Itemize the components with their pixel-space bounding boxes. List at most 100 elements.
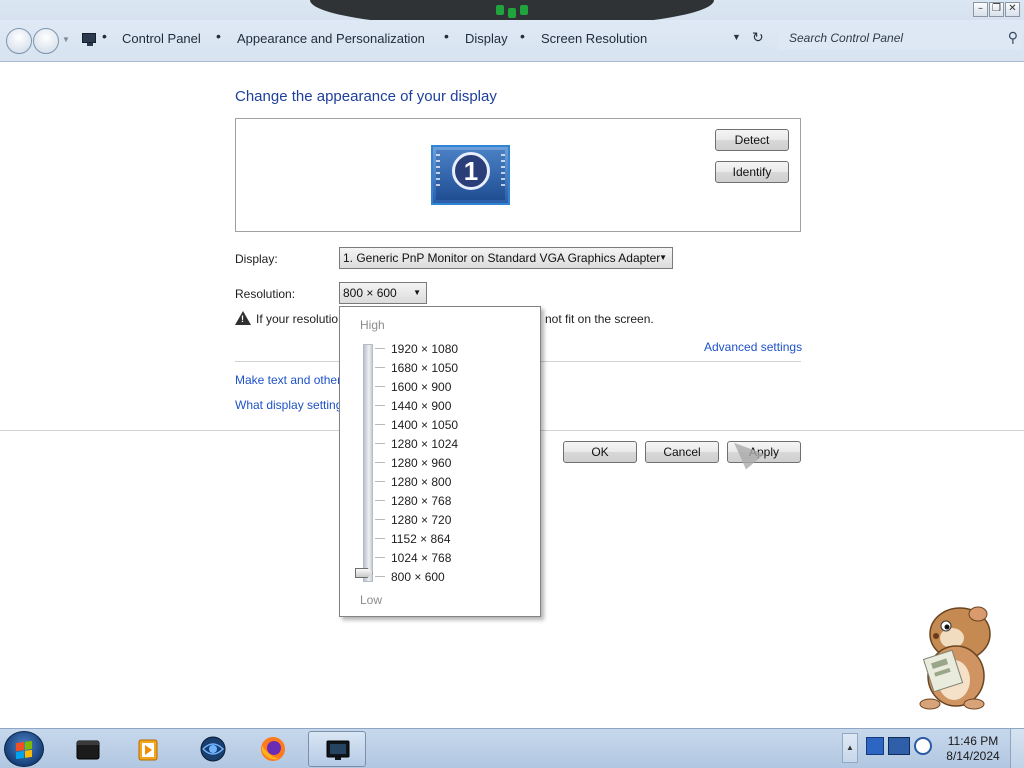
monitor-1-icon[interactable]: 1: [431, 145, 510, 205]
resolution-label: Resolution:: [235, 287, 296, 301]
monitor-arrangement-area: 1 Detect Identify: [235, 118, 801, 232]
resolution-option[interactable]: 1152 × 864: [391, 532, 451, 546]
slider-tick: [375, 348, 385, 349]
refresh-icon[interactable]: ↻: [752, 29, 764, 46]
resolution-option[interactable]: 1400 × 1050: [391, 418, 458, 432]
back-button[interactable]: [6, 28, 32, 54]
forward-button[interactable]: [33, 28, 59, 54]
terminal-app-icon: [76, 740, 100, 760]
breadcrumb-separator[interactable]: •: [520, 28, 525, 44]
resolution-option[interactable]: 1600 × 900: [391, 380, 451, 394]
hamster-mascot-icon: [919, 606, 991, 710]
resolution-option[interactable]: 1280 × 800: [391, 475, 451, 489]
system-clock[interactable]: 11:46 PM 8/14/2024: [938, 734, 1008, 764]
monitor-screen-detail: [501, 154, 505, 190]
cancel-button[interactable]: Cancel: [645, 441, 719, 463]
breadcrumb-display[interactable]: Display: [465, 31, 508, 46]
resolution-option-selected[interactable]: 800 × 600: [391, 570, 445, 584]
resolution-option[interactable]: 1280 × 768: [391, 494, 451, 508]
firefox-icon: [261, 737, 285, 761]
search-box[interactable]: Search Control Panel ⚲: [778, 28, 1022, 50]
address-history-dropdown[interactable]: ▼: [732, 32, 741, 42]
resolution-option[interactable]: 1680 × 1050: [391, 361, 458, 375]
text-size-link[interactable]: Make text and other: [235, 373, 341, 387]
slider-tick: [375, 386, 385, 387]
taskbar: ▲ 11:46 PM 8/14/2024: [0, 728, 1024, 768]
resolution-slider-track[interactable]: [363, 344, 373, 582]
page-title: Change the appearance of your display: [235, 88, 497, 105]
windows-logo-icon: [16, 740, 32, 760]
breadcrumb-screen-resolution[interactable]: Screen Resolution: [541, 31, 647, 46]
monitor-number: 1: [452, 152, 490, 190]
close-button[interactable]: ✕: [1005, 2, 1020, 17]
search-icon[interactable]: ⚲: [1008, 29, 1018, 46]
taskbar-app-display-settings[interactable]: [308, 731, 366, 767]
slider-tick: [375, 443, 385, 444]
taskbar-app-media-player[interactable]: [119, 731, 177, 767]
monitor-screen: 1: [436, 150, 505, 200]
window-controls: – ❐ ✕: [973, 2, 1020, 17]
notch-led-icon: [496, 5, 528, 18]
tray-monitor-icon[interactable]: [888, 737, 910, 755]
slider-tick: [375, 500, 385, 501]
taskbar-app-firefox[interactable]: [244, 731, 302, 767]
show-desktop-button[interactable]: [1010, 729, 1024, 768]
slider-tick: [375, 557, 385, 558]
warning-text-start: If your resolutio: [256, 312, 339, 326]
resolution-option[interactable]: 1280 × 960: [391, 456, 451, 470]
resolution-option[interactable]: 1920 × 1080: [391, 342, 458, 356]
search-input[interactable]: Search Control Panel: [789, 31, 903, 45]
resolution-option[interactable]: 1024 × 768: [391, 551, 451, 565]
breadcrumb-control-panel[interactable]: Control Panel: [122, 31, 201, 46]
slider-tick: [375, 405, 385, 406]
detect-button[interactable]: Detect: [715, 129, 789, 151]
resolution-dropdown[interactable]: High 1920 × 1080 1680 × 1050 1600 × 900 …: [339, 306, 541, 617]
recent-pages-dropdown[interactable]: ▼: [62, 35, 70, 44]
display-settings-icon: [326, 740, 350, 760]
breadcrumb-separator[interactable]: •: [216, 28, 221, 44]
taskbar-app-terminal[interactable]: [59, 731, 117, 767]
advanced-settings-link[interactable]: Advanced settings: [704, 340, 802, 354]
resolution-option[interactable]: 1280 × 1024: [391, 437, 458, 451]
display-label: Display:: [235, 252, 278, 266]
restore-button[interactable]: ❐: [989, 2, 1004, 17]
display-settings-help-link[interactable]: What display setting: [235, 398, 342, 412]
minimize-button[interactable]: –: [973, 2, 988, 17]
warning-text-end: not fit on the screen.: [545, 312, 654, 326]
slider-tick: [375, 424, 385, 425]
mouse-cursor-icon: [728, 432, 765, 470]
browser-globe-icon: [200, 736, 226, 762]
slider-tick: [375, 538, 385, 539]
resolution-option[interactable]: 1440 × 900: [391, 399, 451, 413]
display-select[interactable]: 1. Generic PnP Monitor on Standard VGA G…: [339, 247, 673, 269]
control-panel-icon: [82, 33, 96, 46]
screen-resolution-panel: Change the appearance of your display 1 …: [0, 63, 1024, 728]
chevron-down-icon: ▼: [659, 253, 667, 262]
clock-date: 8/14/2024: [946, 749, 1000, 763]
breadcrumb-appearance[interactable]: Appearance and Personalization: [237, 31, 425, 46]
resolution-high-label: High: [360, 318, 385, 332]
monitor-screen-detail: [436, 154, 440, 190]
tray-network-icon[interactable]: [866, 737, 884, 755]
show-hidden-icons-button[interactable]: ▲: [842, 733, 858, 763]
ok-button[interactable]: OK: [563, 441, 637, 463]
clock-time: 11:46 PM: [947, 734, 999, 748]
slider-tick: [375, 367, 385, 368]
address-bar: ▼ • Control Panel • Appearance and Perso…: [0, 20, 1024, 62]
slider-tick: [375, 576, 385, 577]
resolution-option[interactable]: 1280 × 720: [391, 513, 451, 527]
tray-clock-icon[interactable]: [914, 737, 932, 755]
media-player-icon: [138, 739, 158, 761]
resolution-low-label: Low: [360, 593, 383, 607]
breadcrumb-separator[interactable]: •: [102, 28, 107, 44]
taskbar-app-browser[interactable]: [184, 731, 242, 767]
resolution-select[interactable]: 800 × 600 ▼: [339, 282, 427, 304]
slider-tick: [375, 519, 385, 520]
resolution-select-value: 800 × 600: [343, 286, 397, 300]
warning-icon: [235, 311, 251, 325]
breadcrumb-separator[interactable]: •: [444, 28, 449, 44]
display-select-value: 1. Generic PnP Monitor on Standard VGA G…: [343, 251, 661, 265]
identify-button[interactable]: Identify: [715, 161, 789, 183]
start-button[interactable]: [4, 731, 44, 767]
slider-tick: [375, 481, 385, 482]
